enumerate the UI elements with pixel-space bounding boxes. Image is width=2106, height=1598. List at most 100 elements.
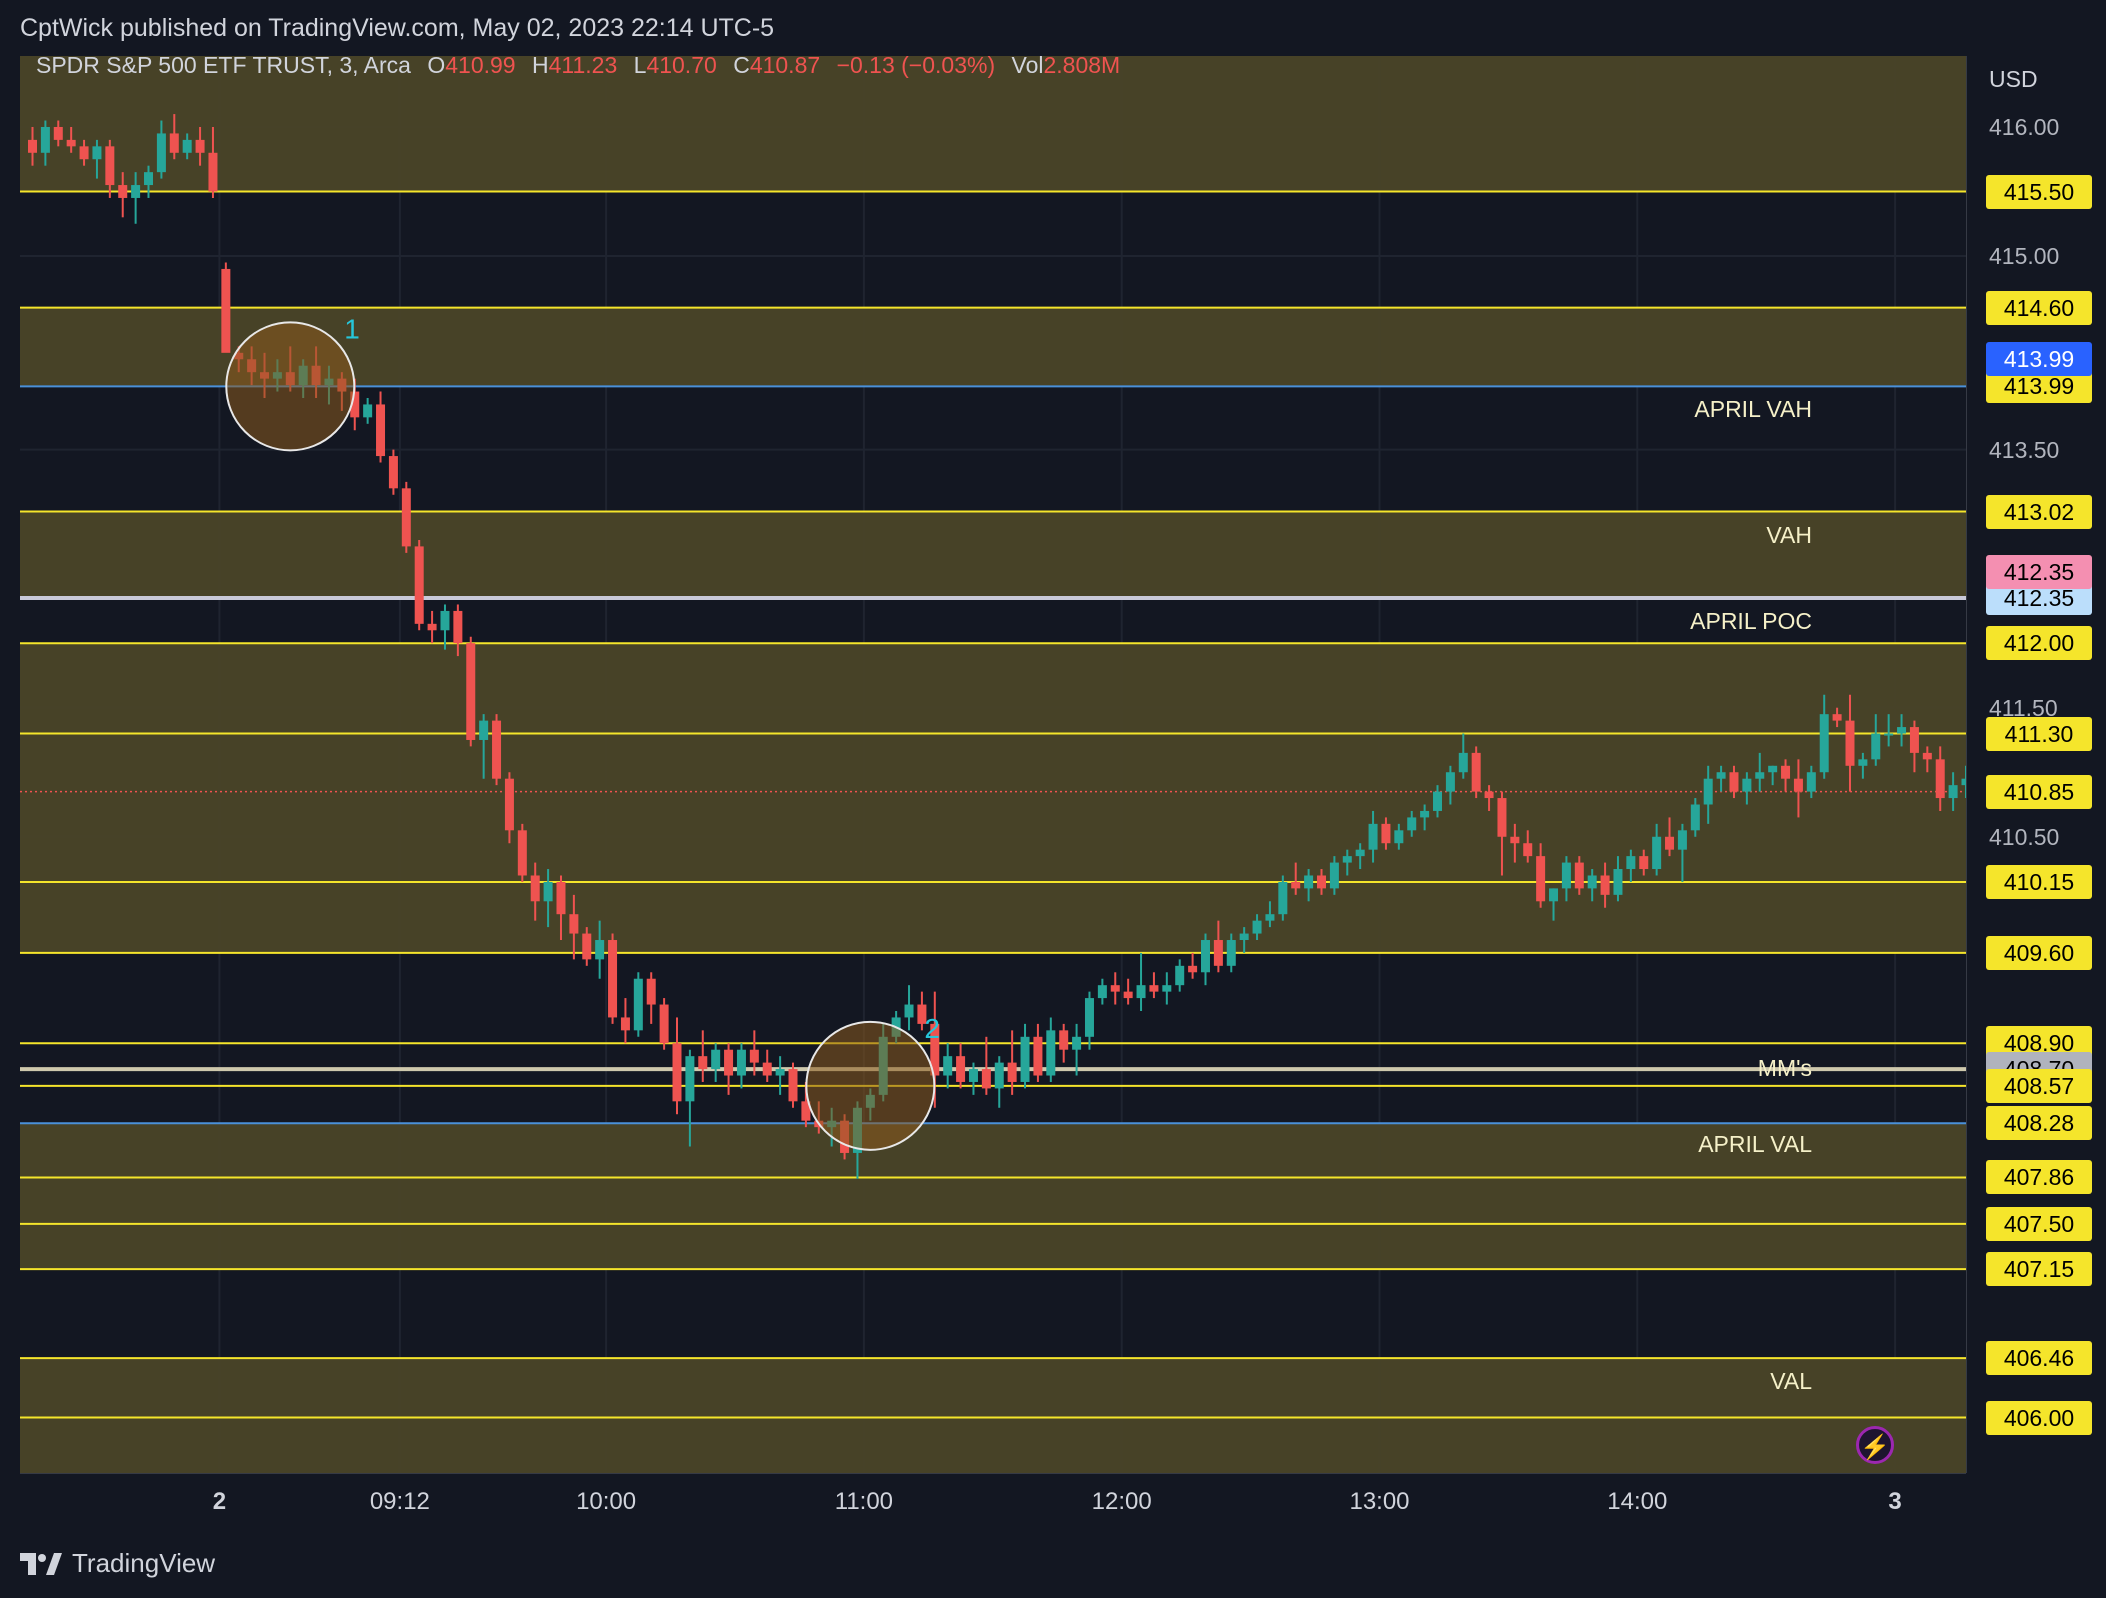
highlight-circle [805,1020,936,1151]
candle-body [1213,940,1223,966]
candle-body [1884,733,1894,736]
candle-body [1819,714,1829,773]
candle-body [1265,914,1275,921]
candle-body [1832,714,1842,721]
highlight-circle [225,321,356,452]
candle-body [182,139,192,153]
footer-brand[interactable]: TradingView [20,1548,215,1579]
level-text: VAL [1770,1368,1812,1395]
candle-body [1690,804,1700,831]
candle-body [363,404,373,418]
candle-body [1123,991,1133,999]
candle-body [1948,785,1958,799]
candle-body [788,1069,798,1102]
candle-body [543,881,553,902]
candle-body [1574,862,1584,889]
level-text: APRIL POC [1690,608,1812,635]
candle-body [1587,875,1597,889]
candle-body [1020,1036,1030,1082]
candle-body [1729,772,1739,792]
legend-volume-value: 2.808M [1043,52,1121,78]
candle-body [1458,752,1468,773]
price-tag: 414.60 [1986,290,2092,325]
candle-body [1200,940,1210,973]
candle-body [711,1049,721,1070]
candle-body [1239,933,1249,941]
time-axis[interactable]: 2 09:12 10:00 11:00 12:00 13:00 14:00 3 [20,1474,1966,1534]
price-tag: 406.00 [1986,1400,2092,1435]
candle-body [775,1069,785,1076]
candle-body [105,146,115,186]
current-price-tag: 410.85 [1986,774,2092,809]
price-tag: 406.46 [1986,1341,2092,1376]
candle-body [1613,869,1623,895]
candle-body [736,1049,746,1076]
candle-body [1742,778,1752,792]
candle-body [1291,881,1301,889]
candle-body [556,881,566,915]
legend-close-value: 410.87 [749,52,821,78]
price-tag: 411.30 [1986,716,2092,751]
candle-body [1561,862,1571,889]
price-axis[interactable]: USD 416.00 415.00 413.50 411.50 410.50 415.5… [1966,56,2106,1473]
lightning-icon[interactable]: ⚡ [1856,1426,1894,1464]
candle-body [504,778,514,831]
zone [20,1358,1966,1473]
time-tick: 12:00 [1091,1488,1152,1515]
candle-body [1381,823,1391,844]
legend-change: −0.13 (−0.03%) [836,52,996,78]
price-tick: 413.50 [1989,436,2060,463]
candle-body [1278,881,1288,915]
tradingview-logo-icon [20,1552,62,1575]
candle-body [582,933,592,960]
time-tick: 11:00 [834,1488,894,1515]
candle-body [1755,772,1765,779]
zone [20,511,1966,599]
candle-body [1897,727,1907,734]
candle-body [620,1017,630,1031]
candle-body [1226,940,1236,966]
candle-body [904,1004,914,1018]
zone [20,1123,1966,1270]
chart-plot[interactable]: 12 [20,56,1966,1473]
zones [20,56,1966,1473]
candle-body [376,404,386,457]
time-tick: 3 [1888,1488,1902,1515]
candle-body [1497,798,1507,837]
price-tag: 407.15 [1986,1252,2092,1287]
candle-body [479,720,489,740]
candle-body [517,830,527,876]
time-tick: 13:00 [1349,1488,1410,1515]
price-tag: 410.15 [1986,864,2092,899]
price-tag: 408.28 [1986,1106,2092,1141]
price-tag: 412.00 [1986,626,2092,661]
circle-label: 1 [344,313,360,344]
candle-body [724,1049,734,1076]
candle-body [1665,836,1675,850]
price-tag: 408.57 [1986,1068,2092,1103]
publish-header: CptWick published on TradingView.com, Ma… [20,14,775,42]
currency-label: USD [1989,66,2038,92]
price-tag: 412.35 [1986,555,2092,590]
candle-body [53,126,63,140]
price-tag: 409.60 [1986,935,2092,970]
candle-body [453,610,463,644]
candle-body [530,875,540,902]
candle-body [195,139,205,153]
candle-body [79,146,89,160]
candle-body [749,1049,759,1063]
candle-body [1433,791,1443,811]
zone [20,643,1966,882]
candle-body [956,1056,966,1082]
time-tick: 09:12 [369,1488,430,1515]
candle-body [1329,862,1339,889]
candle-body [994,1062,1004,1089]
candle-body [1162,985,1172,992]
candle-body [569,914,579,934]
price-tag: 415.50 [1986,174,2092,209]
chart-frame[interactable]: 12 SPDR S&P 500 ETF TRUST, 3, Arca O410.… [20,52,2092,1473]
legend-high-value: 411.23 [548,52,618,78]
circle-label: 2 [924,1013,940,1044]
candle-body [646,978,656,1005]
candle-body [388,456,398,489]
